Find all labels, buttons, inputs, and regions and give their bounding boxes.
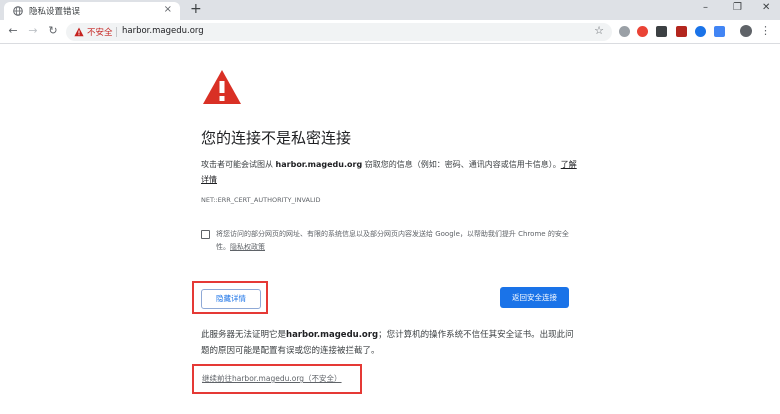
- report-checkbox-label: 将您访问的部分网页的网址、有限的系统信息以及部分网页内容发送给 Google，以…: [216, 228, 576, 254]
- profile-avatar-icon[interactable]: [740, 25, 752, 37]
- translate-extension-icon[interactable]: [714, 26, 725, 37]
- explanation-host: harbor.magedu.org: [275, 160, 363, 169]
- toolbar: ← → ↻ 不安全 harbor.magedu.org ☆ ⋮: [0, 20, 780, 44]
- details-host: harbor.magedu.org: [286, 330, 379, 340]
- url-text[interactable]: harbor.magedu.org: [122, 26, 204, 36]
- menu-icon[interactable]: ⋮: [760, 23, 771, 39]
- security-status-label[interactable]: 不安全: [87, 26, 113, 38]
- error-code: NET::ERR_CERT_AUTHORITY_INVALID: [201, 196, 321, 204]
- minimize-button[interactable]: –: [703, 1, 708, 15]
- warning-triangle-icon: [203, 70, 241, 104]
- address-bar[interactable]: 不安全 harbor.magedu.org ☆: [66, 23, 612, 41]
- back-button[interactable]: ←: [5, 23, 21, 39]
- privacy-policy-link[interactable]: 隐私权政策: [230, 243, 265, 251]
- explanation-text-start: 攻击者可能会试图从: [201, 160, 276, 169]
- details-text-start: 此服务器无法证明它是: [201, 330, 287, 340]
- tab-strip: 隐私设置错误 × + – ❐ ✕: [0, 0, 780, 20]
- back-to-safety-button[interactable]: 返回安全连接: [500, 287, 569, 308]
- tab-title: 隐私设置错误: [29, 7, 81, 17]
- new-tab-button[interactable]: +: [190, 1, 202, 17]
- page-title: 您的连接不是私密连接: [201, 129, 352, 147]
- red-circle-extension-icon[interactable]: [637, 26, 648, 37]
- warning-icon[interactable]: [74, 27, 84, 37]
- reload-button[interactable]: ↻: [45, 23, 61, 39]
- forward-button[interactable]: →: [25, 23, 41, 39]
- hide-details-button[interactable]: 隐藏详情: [201, 289, 261, 309]
- bookmark-star-icon[interactable]: ☆: [594, 24, 604, 37]
- tab-active[interactable]: 隐私设置错误 ×: [4, 2, 180, 20]
- globe-icon: [13, 6, 23, 16]
- report-checkbox[interactable]: [201, 230, 210, 239]
- explanation-text-end: 窃取您的信息（例如：密码、通讯内容或信用卡信息）。: [362, 160, 561, 169]
- check-extension-icon[interactable]: [695, 26, 706, 37]
- details-explanation: 此服务器无法证明它是harbor.magedu.org；您计算机的操作系统不信任…: [201, 327, 576, 359]
- close-window-button[interactable]: ✕: [762, 1, 770, 15]
- checkbox-text: 将您访问的部分网页的网址、有限的系统信息以及部分网页内容发送给 Google，以…: [216, 230, 569, 251]
- warning-explanation: 攻击者可能会试图从 harbor.magedu.org 窃取您的信息（例如：密码…: [201, 157, 581, 187]
- tab-close-icon[interactable]: ×: [164, 4, 172, 16]
- pdf-extension-icon[interactable]: [676, 26, 687, 37]
- cloud-extension-icon[interactable]: [619, 26, 630, 37]
- proceed-unsafe-link[interactable]: 继续前往harbor.magedu.org（不安全）: [202, 373, 342, 384]
- maximize-button[interactable]: ❐: [733, 1, 742, 15]
- address-separator: [116, 27, 117, 37]
- dark-extension-icon[interactable]: [656, 26, 667, 37]
